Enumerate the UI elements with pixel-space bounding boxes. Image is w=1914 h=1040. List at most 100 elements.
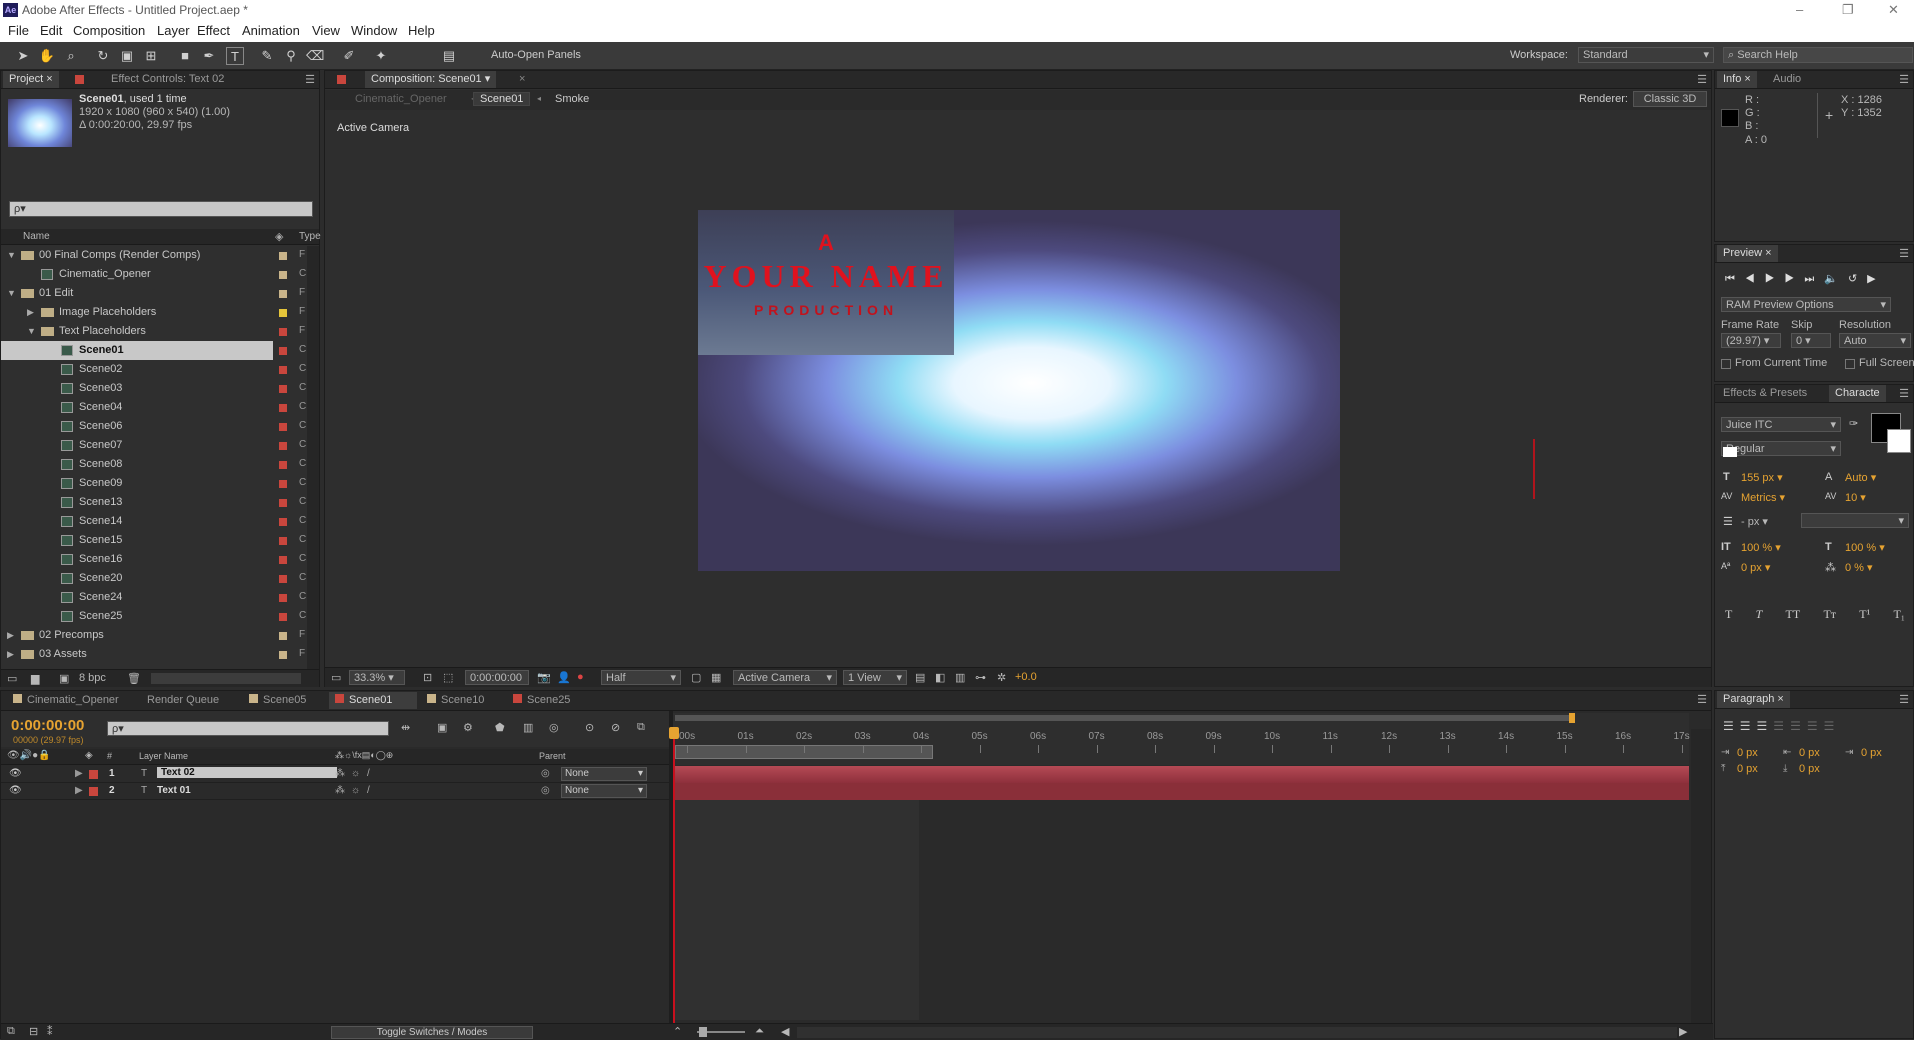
work-area-end-marker[interactable] [1569,713,1575,723]
zoom-out-icon[interactable]: ⌃ [673,1025,682,1038]
frame-blending-icon[interactable]: ⬟ [495,721,505,734]
indent-first-value[interactable]: 0 px [1861,747,1882,759]
eyedropper-icon[interactable]: ✑ [1849,417,1858,430]
label-column-icon[interactable]: ◈ [275,230,283,243]
exposure-value[interactable]: +0.0 [1015,671,1037,683]
hide-shy-icon[interactable]: ⚙ [463,721,473,734]
workspace-select[interactable]: Standard ▾ [1578,47,1714,63]
twirl-open-icon[interactable]: ▼ [27,322,36,341]
project-comp-item[interactable]: Scene16 [1,550,273,569]
renderer-select[interactable]: Classic 3D [1633,91,1707,107]
timecode-field[interactable]: 0:00:00:00 [465,670,529,685]
full-screen-checkbox[interactable] [1845,359,1855,369]
twirl-open-icon[interactable]: ▼ [7,284,16,303]
stroke-type-select[interactable]: ▾ [1801,513,1909,528]
visibility-eye-icon[interactable]: 👁 [9,785,22,796]
label-color-swatch[interactable] [279,480,287,488]
all-caps-button[interactable]: TT [1786,607,1801,622]
tab-effects-presets[interactable]: Effects & Presets [1717,385,1813,402]
auto-keyframe-icon[interactable]: ⊘ [611,721,620,734]
label-color-swatch[interactable] [279,290,287,298]
menu-composition[interactable]: Composition [73,23,145,38]
justify-last-right-icon[interactable]: ☰ [1807,719,1824,733]
project-scrollbar[interactable] [307,246,319,670]
collapse-switch-icon[interactable]: ☼ [351,785,360,796]
font-style-select[interactable]: Regular ▾ [1721,441,1841,456]
superscript-button[interactable]: T¹ [1859,607,1870,622]
project-folder[interactable]: ▼ 00 Final Comps (Render Comps) [1,246,273,265]
layer-bar-text-02[interactable] [675,766,1689,783]
label-color-swatch[interactable] [279,651,287,659]
label-color-swatch[interactable] [279,271,287,279]
twirl-closed-icon[interactable]: ▶ [7,626,14,645]
label-color-swatch[interactable] [279,309,287,317]
next-frame-icon[interactable]: ▶ [1785,273,1805,285]
label-color-swatch[interactable] [279,461,287,469]
stroke-width-value[interactable]: - px ▾ [1741,515,1768,528]
project-comp-item[interactable]: Scene24 [1,588,273,607]
tsume-value[interactable]: 0 % ▾ [1845,561,1873,574]
fast-previews-icon[interactable]: ◧ [935,671,945,684]
paragraph-menu-icon[interactable]: ☰ [1899,693,1909,706]
tab-composition[interactable]: Composition: Scene01 ▾ [365,71,497,88]
layer-bar-text-01[interactable] [675,783,1689,800]
timeline-icon[interactable]: ▥ [955,671,965,684]
cti-handle-icon[interactable] [669,727,679,739]
resolution-select[interactable]: Half ▾ [601,670,681,685]
maximize-icon[interactable]: ❐ [1842,2,1854,18]
pan-behind-tool-icon[interactable]: ⊞ [142,47,160,65]
label-color-swatch[interactable] [279,404,287,412]
menu-file[interactable]: File [8,23,29,38]
justify-last-left-icon[interactable]: ☰ [1773,719,1790,733]
timeline-search-input[interactable]: ρ▾ [107,721,389,736]
shy-switch-icon[interactable]: ⁂ [335,768,345,779]
horizontal-scale-value[interactable]: 100 % ▾ [1845,541,1885,554]
project-comp-item[interactable]: Scene01 [1,341,273,360]
label-color-swatch[interactable] [279,613,287,621]
faux-bold-button[interactable]: T [1725,607,1732,622]
roto-brush-tool-icon[interactable]: ✐ [340,47,358,65]
space-after-value[interactable]: 0 px [1799,763,1820,775]
align-right-icon[interactable]: ☰ [1757,719,1774,733]
label-color-swatch[interactable] [279,423,287,431]
ram-preview-select[interactable]: RAM Preview Options ▾ [1721,297,1891,312]
project-search-input[interactable]: ρ▾ [9,201,313,217]
white-swatch[interactable] [1723,447,1737,457]
timeline-tab[interactable]: Cinematic_Opener [7,692,137,709]
layer-row[interactable]: 👁 ▶ 2 T Text 01 ⁂ ☼ / ◎ None ▾ [1,783,669,800]
menu-layer[interactable]: Layer [157,23,190,38]
project-hscrollbar[interactable] [151,673,301,684]
expand-time-icon[interactable]: ⁑ [47,1025,53,1038]
tab-audio[interactable]: Audio [1767,71,1807,88]
view-select[interactable]: Active Camera ▾ [733,670,837,685]
crumb-cinematic-opener[interactable]: Cinematic_Opener [355,93,447,105]
panel-menu-icon[interactable]: ☰ [305,73,315,86]
work-area-bar[interactable] [675,715,1573,721]
label-color-swatch[interactable] [279,385,287,393]
zoom-select[interactable]: 33.3% ▾ [349,670,405,685]
indent-right-value[interactable]: 0 px [1799,747,1820,759]
project-comp-item[interactable]: Scene14 [1,512,273,531]
layer-row[interactable]: 👁 ▶ 1 T Text 02 ⁂ ☼ / ◎ None ▾ [1,766,669,783]
label-color-swatch[interactable] [279,575,287,583]
zoom-slider-thumb[interactable] [699,1027,707,1037]
project-comp-item[interactable]: Cinematic_Opener [1,265,273,284]
type-tool-icon[interactable]: T [226,47,244,65]
layer-label-color[interactable] [89,770,98,779]
shy-switch-icon[interactable]: ⁂ [335,785,345,796]
rotate-tool-icon[interactable]: ↻ [94,47,112,65]
project-comp-item[interactable]: Scene03 [1,379,273,398]
draft-3d-icon[interactable]: ▣ [437,721,447,734]
toggle-switches-modes-button[interactable]: Toggle Switches / Modes [331,1026,533,1039]
current-time-indicator[interactable] [673,727,675,1023]
hand-tool-icon[interactable]: ✋ [38,47,56,65]
ram-preview-icon[interactable]: ▶ [1867,273,1885,285]
align-left-icon[interactable]: ☰ [1723,719,1740,733]
first-frame-icon[interactable]: ⏮ [1725,273,1745,285]
new-comp-icon[interactable]: ▣ [59,672,69,685]
safe-zones-icon[interactable]: ⊡ [423,671,432,684]
comp-panel-menu-icon[interactable]: ☰ [1697,73,1707,86]
menu-view[interactable]: View [312,23,340,38]
project-comp-item[interactable]: Scene02 [1,360,273,379]
font-size-value[interactable]: 155 px ▾ [1741,471,1783,484]
